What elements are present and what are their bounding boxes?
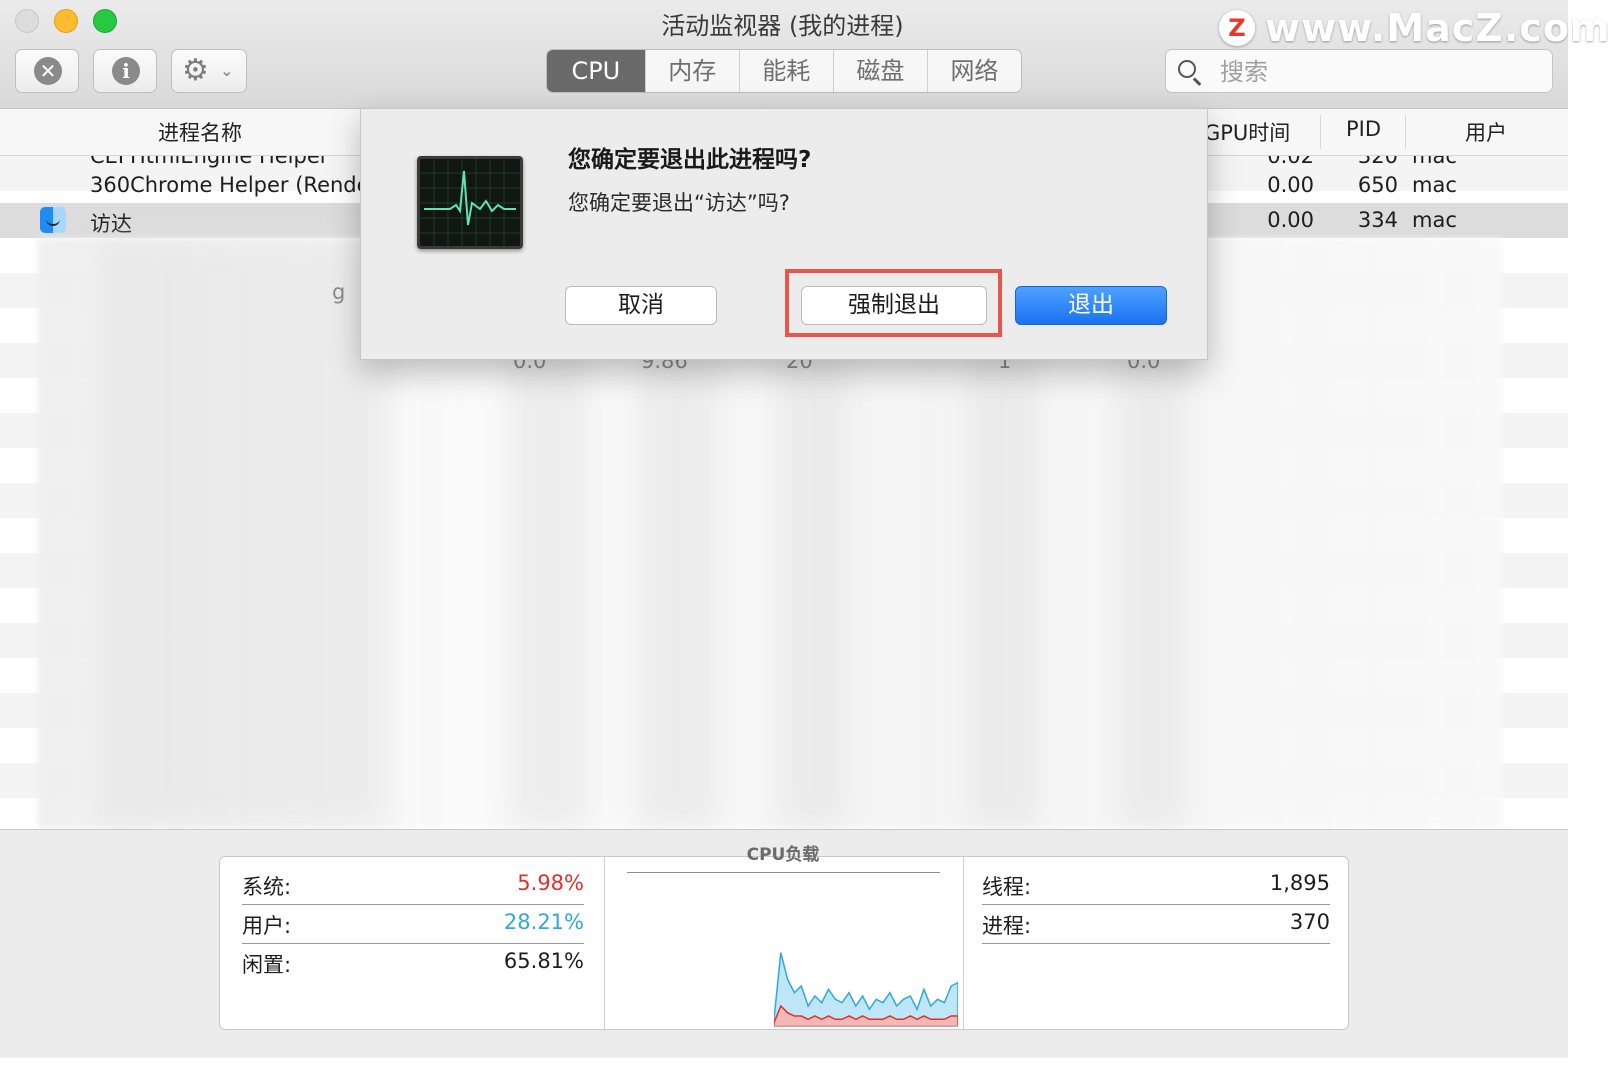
- heartbeat-graph: [420, 159, 520, 246]
- process-name: 访达: [90, 212, 132, 236]
- pid-cell: 650: [1357, 173, 1398, 197]
- finder-icon: [40, 207, 66, 233]
- stat-value-threads: 1,895: [1269, 871, 1330, 895]
- window-title: 活动监视器 (我的进程): [661, 12, 904, 40]
- quit-button[interactable]: 退出: [1015, 286, 1167, 325]
- stat-label: 系统:: [242, 875, 292, 899]
- gear-icon: ⚙: [182, 53, 209, 88]
- column-divider[interactable]: [1320, 115, 1321, 149]
- cpu-stats-panel: 系统: 5.98% 用户: 28.21% 闲置: 65.81% 线程: 1,89…: [0, 829, 1568, 1058]
- tab-memory[interactable]: 内存: [644, 50, 739, 92]
- search-field[interactable]: [1165, 49, 1553, 93]
- stat-idle: 闲置: 65.81%: [242, 943, 584, 982]
- blurred-column: [98, 238, 388, 828]
- process-name: 360Chrome Helper (Rende: [90, 173, 370, 197]
- action-menu-button[interactable]: ⚙ ⌄: [171, 49, 247, 93]
- dialog-title: 您确定要退出此进程吗?: [568, 147, 812, 173]
- stop-process-button[interactable]: ✕: [15, 49, 79, 93]
- view-tabs: CPU 内存 能耗 磁盘 网络: [546, 49, 1022, 93]
- chart-divider: [627, 872, 940, 873]
- panel-divider: [963, 857, 964, 1029]
- panel-divider: [604, 857, 605, 1029]
- stat-label: 线程:: [982, 875, 1032, 899]
- close-window-button[interactable]: [15, 9, 39, 33]
- stat-user: 用户: 28.21%: [242, 904, 584, 944]
- toolbar: 活动监视器 (我的进程) Z www.MacZ.com ✕ i ⚙ ⌄ CPU …: [0, 0, 1608, 109]
- force-quit-highlight: [785, 269, 1002, 337]
- stop-icon: ✕: [34, 57, 62, 85]
- user-cell: mac: [1412, 208, 1457, 232]
- stat-value-user: 28.21%: [503, 910, 584, 934]
- column-header-pid[interactable]: PID: [1346, 117, 1381, 141]
- stat-threads: 线程: 1,895: [982, 865, 1330, 905]
- stat-value-processes: 370: [1289, 910, 1330, 934]
- cpu-load-chart: [774, 952, 958, 1027]
- chevron-down-icon: ⌄: [220, 61, 234, 80]
- quit-process-dialog: 您确定要退出此进程吗? 您确定要退出“访达”吗? 取消 强制退出 退出: [360, 108, 1208, 360]
- inspect-process-button[interactable]: i: [93, 49, 157, 93]
- user-cell: mac: [1412, 173, 1457, 197]
- pid-cell: 334: [1357, 208, 1398, 232]
- stat-label: 闲置:: [242, 953, 292, 977]
- column-header-process-name[interactable]: 进程名称: [158, 117, 242, 147]
- search-input[interactable]: [1218, 54, 1542, 90]
- tab-energy[interactable]: 能耗: [738, 50, 833, 92]
- tab-disk[interactable]: 磁盘: [832, 50, 927, 92]
- obscured-text: g: [332, 280, 346, 304]
- watermark-text: www.MacZ.com: [1265, 6, 1608, 50]
- column-header-gpu-time[interactable]: GPU时间: [1204, 117, 1290, 147]
- tab-network[interactable]: 网络: [926, 50, 1021, 92]
- stat-system: 系统: 5.98%: [242, 865, 584, 905]
- minimize-window-button[interactable]: [54, 9, 78, 33]
- stat-processes: 进程: 370: [982, 904, 1330, 944]
- search-icon: [1178, 60, 1196, 78]
- gpu-time-cell: 0.00: [1267, 173, 1314, 197]
- stat-label: 用户:: [242, 914, 292, 938]
- zoom-window-button[interactable]: [93, 9, 117, 33]
- info-icon: i: [112, 57, 140, 85]
- dialog-message: 您确定要退出“访达”吗?: [568, 191, 790, 215]
- stat-value-idle: 65.81%: [503, 949, 584, 973]
- stat-value-system: 5.98%: [517, 871, 584, 895]
- column-header-user[interactable]: 用户: [1465, 117, 1507, 147]
- tab-cpu[interactable]: CPU: [547, 50, 645, 92]
- user-load-area: [774, 952, 958, 1027]
- stat-label: 进程:: [982, 914, 1032, 938]
- column-divider[interactable]: [1405, 115, 1406, 149]
- watermark-logo: Z: [1219, 10, 1255, 46]
- gpu-time-cell: 0.00: [1267, 208, 1314, 232]
- cpu-load-chart-title: CPU负载: [746, 845, 820, 865]
- activity-monitor-icon: [417, 156, 523, 249]
- cancel-button[interactable]: 取消: [565, 286, 717, 325]
